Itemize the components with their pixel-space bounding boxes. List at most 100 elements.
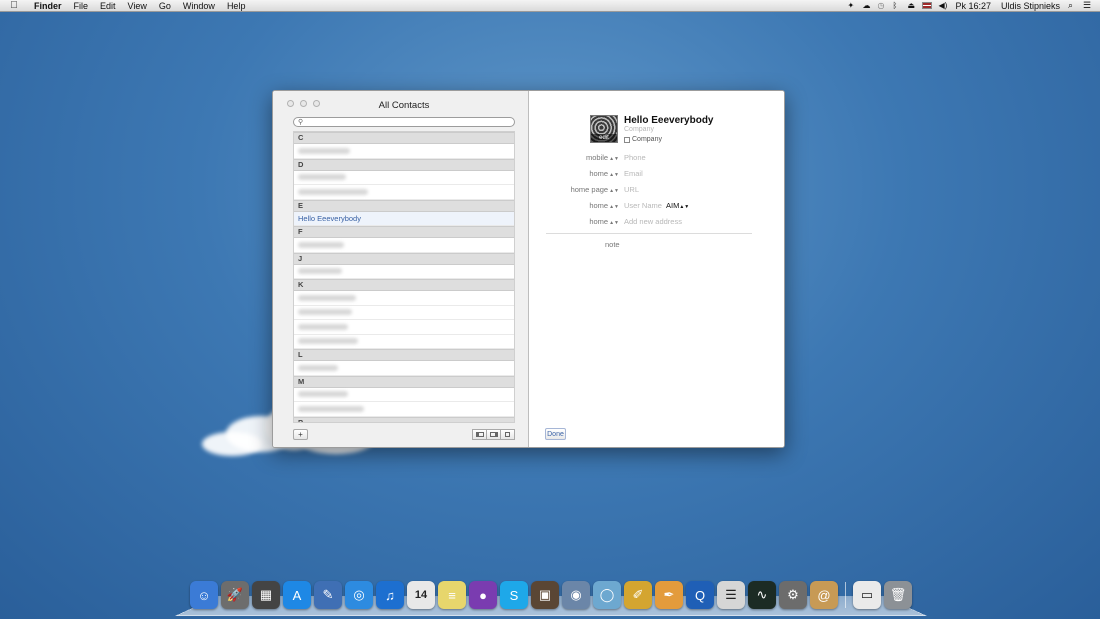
phone-label-selector[interactable]: mobile▲▼	[539, 153, 619, 162]
downloads-folder-icon[interactable]: ▭	[853, 581, 881, 609]
company-field[interactable]: Company	[624, 126, 654, 133]
im-label-selector[interactable]: home▲▼	[539, 201, 619, 210]
phone-input[interactable]: Phone	[624, 153, 646, 162]
input-source-flag-icon[interactable]	[922, 2, 933, 9]
window-title: All Contacts	[378, 100, 430, 111]
address-field-row: home▲▼ Add new address	[529, 217, 759, 227]
url-label-selector[interactable]: home page▲▼	[539, 185, 619, 194]
address-input[interactable]: Add new address	[624, 217, 682, 226]
list-item[interactable]	[294, 388, 514, 402]
email-field-row: home▲▼ Email	[529, 169, 759, 179]
note-label[interactable]: note	[605, 240, 620, 249]
volume-icon[interactable]: ◀)	[938, 1, 947, 10]
pages-icon[interactable]: ✐	[624, 581, 652, 609]
selected-contact-row[interactable]: Hello Eeeverybody	[294, 211, 514, 226]
view-mode-segmented-control	[472, 429, 515, 440]
photo-booth-icon[interactable]: ◉	[562, 581, 590, 609]
search-icon: ⚲	[298, 119, 304, 126]
menu-help[interactable]: Help	[221, 1, 252, 11]
spotlight-search-icon[interactable]: ⌕	[1068, 1, 1077, 10]
contact-avatar[interactable]: edit	[590, 115, 618, 143]
list-item[interactable]	[294, 320, 514, 335]
bluetooth-icon[interactable]: ᛒ	[892, 1, 901, 10]
keynote-icon[interactable]: ✒	[655, 581, 683, 609]
menu-bar:  Finder File Edit View Go Window Help ✦…	[0, 0, 1100, 12]
eject-icon[interactable]: ⏏	[907, 1, 916, 10]
dock: ☺ 🚀 ▦ A ✎ ◎ ♫ 14 ≡ ● S ▣ ◉ ◯ ✐ ✒ Q ☰ ∿ ⚙ @ ▭ 🗑	[190, 581, 912, 609]
calendar-icon[interactable]: 14	[407, 581, 435, 609]
menu-view[interactable]: View	[122, 1, 153, 11]
list-item[interactable]	[294, 335, 514, 349]
stickies-icon[interactable]: ≡	[438, 581, 466, 609]
list-item[interactable]	[294, 265, 514, 279]
menubar-user[interactable]: Uldis Stipnieks	[999, 1, 1062, 11]
list-item[interactable]	[294, 238, 514, 253]
im-username-input[interactable]: User Name	[624, 201, 662, 210]
trash-icon[interactable]: 🗑	[884, 581, 912, 609]
contact-card-pane: edit Hello Eeeverybody Company Company m…	[529, 91, 784, 447]
menu-file[interactable]: File	[68, 1, 95, 11]
safari-icon[interactable]: ◎	[345, 581, 373, 609]
menubar-clock[interactable]: Pk 16:27	[953, 1, 993, 11]
section-header: C	[294, 132, 514, 144]
url-field-row: home page▲▼ URL	[529, 185, 759, 195]
address-label-selector[interactable]: home▲▼	[539, 217, 619, 226]
url-input[interactable]: URL	[624, 185, 639, 194]
dock-separator	[845, 582, 846, 608]
view-list-and-card-button[interactable]	[472, 429, 487, 440]
system-preferences-icon[interactable]: ⚙	[779, 581, 807, 609]
app-menu-finder[interactable]: Finder	[28, 1, 68, 11]
menu-go[interactable]: Go	[153, 1, 177, 11]
avatar-edit-label: edit	[591, 134, 617, 142]
address-book-icon[interactable]: @	[810, 581, 838, 609]
itunes-icon[interactable]: ♫	[376, 581, 404, 609]
contacts-window: All Contacts ⚲ C D E Hello Eeeverybody F…	[272, 90, 785, 448]
time-machine-icon[interactable]: ◷	[877, 1, 886, 10]
view-card-button[interactable]	[500, 429, 515, 440]
menu-edit[interactable]: Edit	[94, 1, 122, 11]
list-item[interactable]	[294, 402, 514, 417]
quicktime-icon[interactable]: Q	[686, 581, 714, 609]
section-header: M	[294, 375, 514, 388]
company-checkbox-label: Company	[632, 136, 662, 143]
menu-window[interactable]: Window	[177, 1, 221, 11]
launchpad-icon[interactable]: 🚀	[221, 581, 249, 609]
cloud-icon[interactable]: ☁	[862, 1, 871, 10]
add-contact-button[interactable]: +	[293, 429, 308, 440]
dropbox-icon[interactable]: ✦	[847, 1, 856, 10]
notification-center-icon[interactable]: ☰	[1083, 1, 1092, 10]
contact-list[interactable]: C D E Hello Eeeverybody F J K L M P	[293, 131, 515, 423]
iphoto-icon[interactable]: ▣	[531, 581, 559, 609]
apple-menu-icon[interactable]: 	[0, 0, 28, 11]
view-list-button[interactable]	[486, 429, 501, 440]
list-item[interactable]	[294, 144, 514, 159]
im-service-selector[interactable]: AIM▲▼	[666, 201, 689, 210]
textedit-icon[interactable]: ☰	[717, 581, 745, 609]
aperture-icon[interactable]: ◯	[593, 581, 621, 609]
mission-control-icon[interactable]: ▦	[252, 581, 280, 609]
done-button[interactable]: Done	[545, 428, 566, 440]
preview-icon[interactable]: ✎	[314, 581, 342, 609]
list-item[interactable]	[294, 361, 514, 376]
contacts-list-pane: All Contacts ⚲ C D E Hello Eeeverybody F…	[273, 91, 529, 447]
list-item[interactable]	[294, 306, 514, 320]
activity-monitor-icon[interactable]: ∿	[748, 581, 776, 609]
card-icon	[505, 432, 510, 437]
list-footer: +	[293, 429, 515, 441]
email-input[interactable]: Email	[624, 169, 643, 178]
im-field-row: home▲▼ User Name AIM▲▼	[529, 201, 759, 211]
app-store-icon[interactable]: A	[283, 581, 311, 609]
email-label-selector[interactable]: home▲▼	[539, 169, 619, 178]
list-item[interactable]	[294, 171, 514, 185]
skype-icon[interactable]: S	[500, 581, 528, 609]
card-divider	[546, 233, 752, 234]
finder-icon[interactable]: ☺	[190, 581, 218, 609]
search-input[interactable]: ⚲	[293, 117, 515, 127]
company-checkbox[interactable]: Company	[624, 136, 662, 143]
chrome-icon[interactable]: ●	[469, 581, 497, 609]
contact-name[interactable]: Hello Eeeverybody	[624, 115, 713, 126]
list-item[interactable]	[294, 185, 514, 200]
checkbox-icon	[624, 136, 630, 143]
list-item[interactable]	[294, 291, 514, 306]
section-header: L	[294, 349, 514, 361]
